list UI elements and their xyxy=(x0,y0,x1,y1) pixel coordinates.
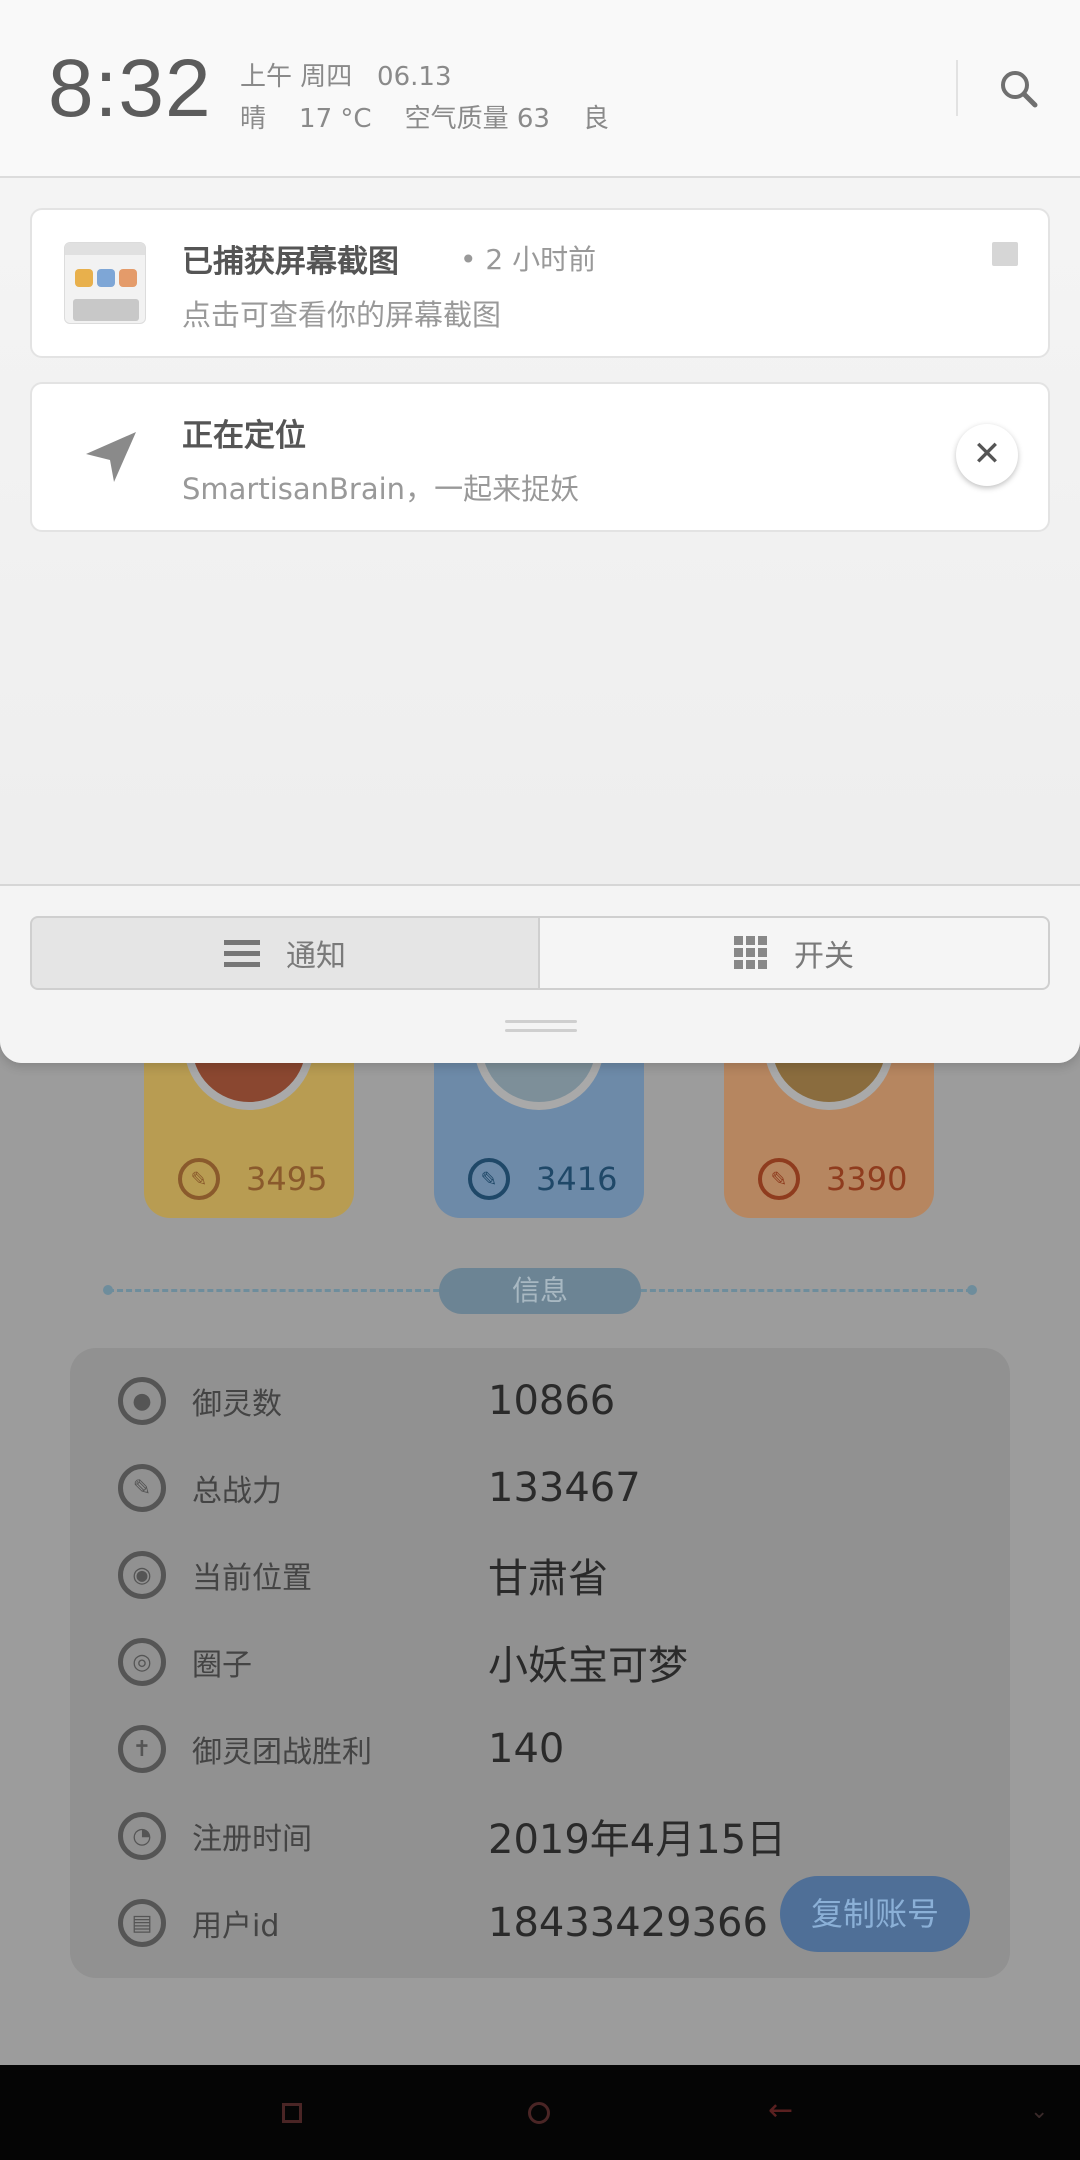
hero-score-value: 3416 xyxy=(536,1160,618,1198)
trophy-icon: ✝ xyxy=(118,1725,166,1773)
recents-button[interactable] xyxy=(282,2103,302,2123)
shade-tabs: 通知 开关 xyxy=(0,884,1080,1063)
back-button[interactable]: ← xyxy=(768,2093,793,2128)
power-icon: ✎ xyxy=(178,1158,220,1200)
circle-icon: ◎ xyxy=(118,1638,166,1686)
grid-icon xyxy=(734,936,767,969)
hide-nav-button[interactable]: ⌄ xyxy=(1030,2099,1048,2124)
home-button[interactable] xyxy=(528,2102,550,2124)
copy-account-button[interactable]: 复制账号 xyxy=(780,1876,970,1952)
info-row-total-power: ✎ 总战力 133467 xyxy=(118,1453,988,1523)
info-label: 当前位置 xyxy=(192,1561,312,1596)
hero-score-value: 3390 xyxy=(826,1160,908,1198)
info-row-register-time: ◔ 注册时间 2019年4月15日 xyxy=(118,1801,988,1871)
hero-score-value: 3495 xyxy=(246,1160,328,1198)
menu-icon xyxy=(224,940,260,967)
sword-icon: ✎ xyxy=(118,1464,166,1512)
info-value: 140 xyxy=(488,1726,565,1772)
close-button[interactable]: ✕ xyxy=(956,424,1018,486)
notification-subtitle: SmartisanBrain，一起来捉妖 xyxy=(182,472,580,506)
info-row-spirit-count: ● 御灵数 10866 xyxy=(118,1366,988,1436)
info-row-team-wins: ✝ 御灵团战胜利 140 xyxy=(118,1714,988,1784)
drag-handle[interactable] xyxy=(505,1020,577,1036)
tab-notifications[interactable]: 通知 xyxy=(30,916,540,990)
hero-score: ✎ 3390 xyxy=(758,1158,907,1200)
hero-score: ✎ 3495 xyxy=(178,1158,327,1200)
info-label: 注册时间 xyxy=(192,1822,312,1857)
info-label: 总战力 xyxy=(192,1474,282,1509)
notification-subtitle: 点击可查看你的屏幕截图 xyxy=(182,298,502,332)
info-value: 2019年4月15日 xyxy=(488,1817,787,1863)
power-icon: ✎ xyxy=(758,1158,800,1200)
info-value: 甘肃省 xyxy=(488,1556,608,1602)
info-row-circle: ◎ 圈子 小妖宝可梦 xyxy=(118,1627,988,1697)
screenshot-thumbnail xyxy=(64,242,146,324)
info-card: ● 御灵数 10866 ✎ 总战力 133467 ◉ 当前位置 甘肃省 ◎ 圈子… xyxy=(70,1348,1010,1978)
tab-switches[interactable]: 开关 xyxy=(538,916,1050,990)
image-icon xyxy=(992,242,1018,266)
weather-line: 晴 17 °C 空气质量 63 良 xyxy=(240,104,610,134)
navigation-arrow-icon xyxy=(86,432,136,482)
clock-icon: ◔ xyxy=(118,1812,166,1860)
navigation-bar: ← ⌄ xyxy=(0,2065,1080,2160)
notification-time: • 2 小时前 xyxy=(460,243,597,276)
search-icon[interactable] xyxy=(998,68,1038,108)
location-pin-icon: ◉ xyxy=(118,1551,166,1599)
info-label: 圈子 xyxy=(192,1648,252,1683)
info-value: 小妖宝可梦 xyxy=(488,1643,688,1689)
notification-title: 已捕获屏幕截图 xyxy=(182,244,399,280)
screenshot-notification[interactable]: 已捕获屏幕截图 • 2 小时前 点击可查看你的屏幕截图 xyxy=(30,208,1050,358)
info-value: 18433429366 xyxy=(488,1900,768,1946)
info-value: 10866 xyxy=(488,1378,616,1424)
spirit-icon: ● xyxy=(118,1377,166,1425)
id-card-icon: ▤ xyxy=(118,1899,166,1947)
clock: 8:32 xyxy=(48,43,212,134)
notification-shade: 8:32 上午 周四 06.13 晴 17 °C 空气质量 63 良 已捕获屏幕… xyxy=(0,0,1080,1063)
hero-score: ✎ 3416 xyxy=(468,1158,617,1200)
location-notification[interactable]: 正在定位 SmartisanBrain，一起来捉妖 ✕ xyxy=(30,382,1050,532)
tab-label: 开关 xyxy=(794,939,854,974)
info-label: 用户id xyxy=(192,1909,280,1944)
tab-label: 通知 xyxy=(286,939,346,974)
power-icon: ✎ xyxy=(468,1158,510,1200)
separator xyxy=(956,60,958,116)
notification-title: 正在定位 xyxy=(182,418,306,454)
info-row-location: ◉ 当前位置 甘肃省 xyxy=(118,1540,988,1610)
info-label: 御灵团战胜利 xyxy=(192,1735,372,1770)
info-section-tag: 信息 xyxy=(439,1268,641,1314)
status-header: 8:32 上午 周四 06.13 晴 17 °C 空气质量 63 良 xyxy=(0,0,1080,178)
info-label: 御灵数 xyxy=(192,1387,282,1422)
date-line: 上午 周四 06.13 xyxy=(240,62,452,92)
info-value: 133467 xyxy=(488,1465,641,1511)
